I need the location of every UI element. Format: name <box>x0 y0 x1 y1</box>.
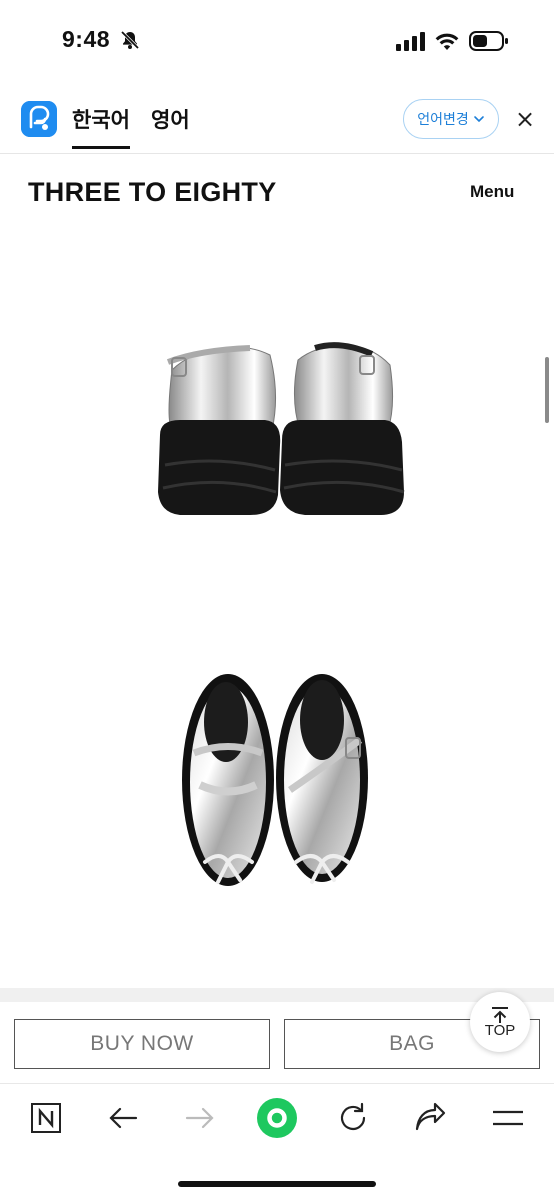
product-image-top-view <box>182 674 368 886</box>
papago-logo-icon[interactable] <box>21 101 57 137</box>
hamburger-menu-icon[interactable] <box>490 1100 526 1136</box>
signal-icon <box>396 32 425 51</box>
top-label: TOP <box>484 1021 516 1039</box>
chevron-down-icon <box>473 116 484 123</box>
brand-logo[interactable]: THREE TO EIGHTY <box>28 177 277 208</box>
back-arrow-icon[interactable] <box>105 1100 141 1136</box>
tab-korean[interactable]: 한국어 <box>72 104 130 149</box>
green-home-icon[interactable] <box>256 1097 298 1139</box>
change-language-label: 언어변경 <box>417 112 469 128</box>
tab-english[interactable]: 영어 <box>151 104 190 134</box>
forward-arrow-icon[interactable] <box>182 1100 218 1136</box>
product-image-back-view <box>158 342 405 515</box>
menu-button[interactable]: Menu <box>470 182 514 202</box>
status-bar: 9:48 <box>0 0 554 84</box>
purchase-bar: BUY NOW BAG <box>0 988 554 1083</box>
browser-toolbar <box>0 1083 554 1200</box>
scroll-to-top-button[interactable]: TOP <box>470 992 530 1052</box>
status-time: 9:48 <box>62 26 111 52</box>
refresh-icon[interactable] <box>335 1100 371 1136</box>
battery-icon <box>469 31 508 51</box>
share-icon[interactable] <box>412 1100 448 1136</box>
wifi-icon <box>435 33 459 50</box>
naver-n-icon[interactable] <box>28 1100 64 1136</box>
close-translate-button[interactable]: × <box>510 104 540 134</box>
home-indicator <box>178 1181 376 1187</box>
buy-now-button[interactable]: BUY NOW <box>14 1019 270 1069</box>
change-language-button[interactable]: 언어변경 <box>403 99 499 139</box>
bell-slash-icon <box>120 30 140 50</box>
site-header: THREE TO EIGHTY Menu <box>0 155 554 230</box>
translate-bar: 한국어 영어 언어변경 × <box>0 84 554 154</box>
scrollbar-thumb[interactable] <box>545 357 549 423</box>
